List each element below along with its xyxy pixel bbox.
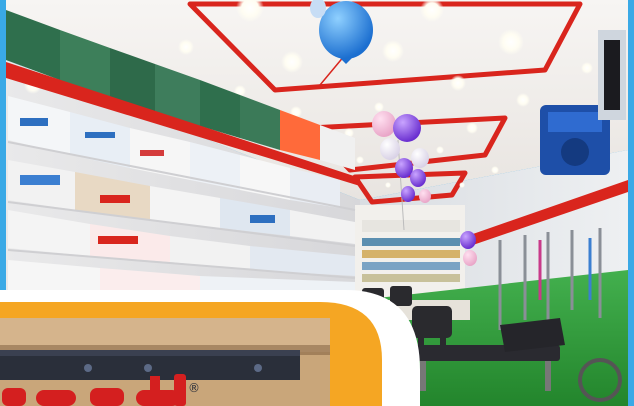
store-interior-scene: ® (0, 0, 634, 406)
photo-frame: ® (0, 0, 634, 406)
blue-balloon (319, 1, 373, 59)
registered-mark: ® (188, 381, 200, 395)
inset-panel: ® (0, 290, 420, 406)
